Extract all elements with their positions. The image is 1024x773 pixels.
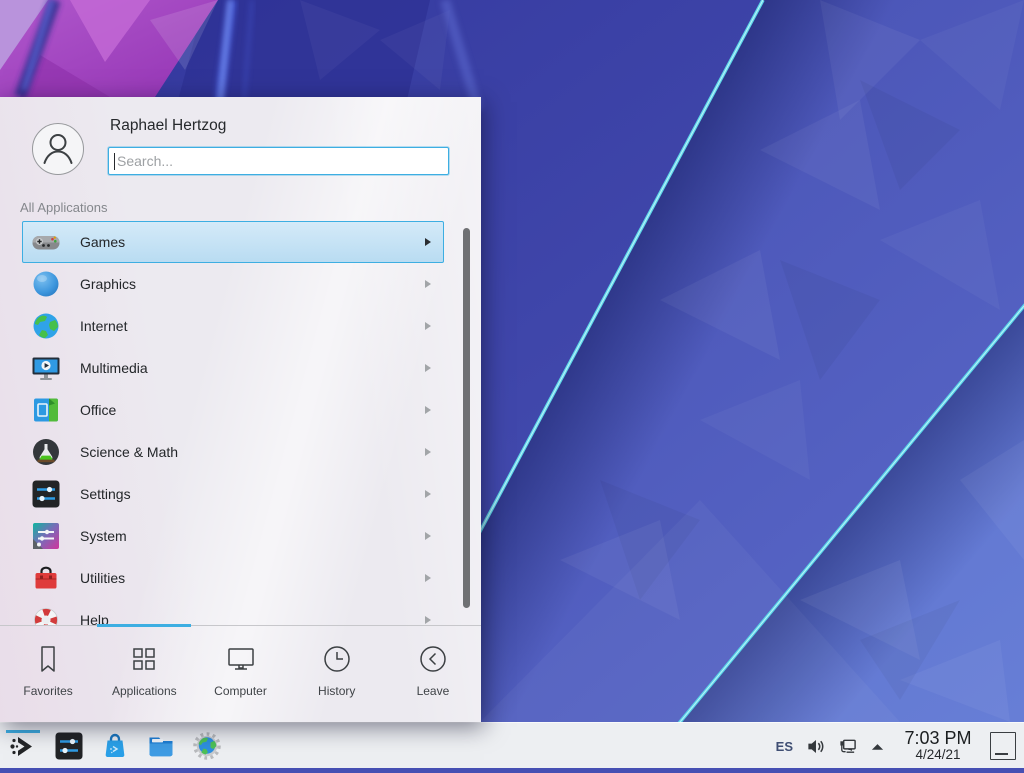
- search-input[interactable]: Search...: [108, 147, 449, 175]
- gamepad-icon: [30, 226, 62, 258]
- search-placeholder: Search...: [115, 153, 173, 169]
- active-app-indicator: [6, 730, 40, 733]
- pinned-apps: [7, 723, 223, 769]
- discover-button[interactable]: [99, 730, 131, 762]
- active-tab-indicator: [97, 624, 191, 627]
- taskbar: ES 7:03 PM 4/24/21: [0, 722, 1024, 768]
- tab-history[interactable]: History: [289, 626, 385, 722]
- paint-sphere-icon: [30, 268, 62, 300]
- bookmark-icon: [31, 642, 65, 676]
- network-icon[interactable]: [838, 737, 857, 756]
- digital-clock[interactable]: 7:03 PM 4/24/21: [898, 729, 978, 762]
- category-science-math[interactable]: Science & Math: [22, 431, 444, 473]
- help-lifebuoy-icon: [30, 604, 62, 625]
- tab-computer[interactable]: Computer: [192, 626, 288, 722]
- category-internet[interactable]: Internet: [22, 305, 444, 347]
- system-settings-button[interactable]: [53, 730, 85, 762]
- kde-launcher-icon: [7, 730, 39, 762]
- show-desktop-line: [995, 753, 1008, 755]
- expand-tray-icon[interactable]: [870, 739, 885, 754]
- history-clock-icon: [320, 642, 354, 676]
- leave-icon: [416, 642, 450, 676]
- science-flask-icon: [30, 436, 62, 468]
- computer-icon: [224, 642, 258, 676]
- system-tray: ES 7:03 PM 4/24/21: [776, 723, 978, 769]
- application-launcher-menu: Raphael Hertzog Search... All Applicatio…: [0, 97, 481, 722]
- launcher-tab-bar: Favorites Applications Computer: [0, 625, 481, 722]
- system-sliders-icon: [30, 520, 62, 552]
- submenu-arrow-icon: [425, 280, 431, 288]
- tab-favorites[interactable]: Favorites: [0, 626, 96, 722]
- category-settings[interactable]: Settings: [22, 473, 444, 515]
- tab-leave[interactable]: Leave: [385, 626, 481, 722]
- category-system[interactable]: System: [22, 515, 444, 557]
- category-office[interactable]: Office: [22, 389, 444, 431]
- category-list: Games Graphics: [0, 221, 481, 625]
- submenu-arrow-icon: [425, 322, 431, 330]
- show-desktop-button[interactable]: [990, 732, 1016, 760]
- discover-bag-icon: [99, 730, 131, 762]
- submenu-arrow-icon: [425, 238, 431, 246]
- volume-icon[interactable]: [806, 737, 825, 756]
- clock-date: 4/24/21: [915, 748, 960, 762]
- submenu-arrow-icon: [425, 448, 431, 456]
- folder-icon: [145, 730, 177, 762]
- user-avatar[interactable]: [32, 123, 84, 175]
- application-launcher-button[interactable]: [7, 730, 39, 762]
- toolbox-icon: [30, 562, 62, 594]
- settings-sliders-icon: [30, 478, 62, 510]
- category-games[interactable]: Games: [22, 221, 444, 263]
- category-graphics[interactable]: Graphics: [22, 263, 444, 305]
- category-utilities[interactable]: Utilities: [22, 557, 444, 599]
- user-name: Raphael Hertzog: [110, 117, 226, 135]
- file-manager-button[interactable]: [145, 730, 177, 762]
- submenu-arrow-icon: [425, 364, 431, 372]
- keyboard-layout-indicator[interactable]: ES: [776, 739, 793, 754]
- system-settings-icon: [53, 730, 85, 762]
- clock-time: 7:03 PM: [904, 729, 971, 748]
- category-multimedia[interactable]: Multimedia: [22, 347, 444, 389]
- submenu-arrow-icon: [425, 532, 431, 540]
- office-documents-icon: [30, 394, 62, 426]
- submenu-arrow-icon: [425, 490, 431, 498]
- globe-gear-icon: [191, 730, 223, 762]
- globe-icon: [30, 310, 62, 342]
- category-help[interactable]: Help: [22, 599, 444, 625]
- web-browser-button[interactable]: [191, 730, 223, 762]
- section-label: All Applications: [20, 200, 107, 215]
- app-grid-icon: [127, 642, 161, 676]
- submenu-arrow-icon: [425, 616, 431, 624]
- media-screen-icon: [30, 352, 62, 384]
- submenu-arrow-icon: [425, 574, 431, 582]
- list-scrollbar[interactable]: [463, 228, 470, 608]
- submenu-arrow-icon: [425, 406, 431, 414]
- user-icon: [32, 123, 84, 175]
- tab-applications[interactable]: Applications: [96, 626, 192, 722]
